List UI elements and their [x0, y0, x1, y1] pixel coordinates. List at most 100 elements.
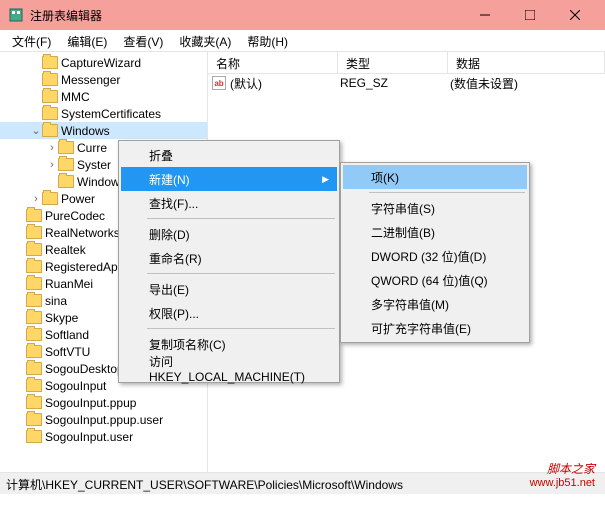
folder-icon — [26, 362, 42, 375]
context-submenu-new[interactable]: 项(K) 字符串值(S) 二进制值(B) DWORD (32 位)值(D) QWORD … — [340, 162, 530, 343]
tree-label: SystemCertificates — [61, 107, 161, 121]
folder-icon — [26, 311, 42, 324]
list-header: 名称 类型 数据 — [208, 52, 605, 74]
tree-label: RuanMei — [45, 277, 93, 291]
folder-icon — [26, 277, 42, 290]
watermark: 脚本之家 www.jb51.net — [530, 460, 595, 489]
tree-label: Messenger — [61, 73, 120, 87]
menu-item-label: 删除(D) — [149, 226, 190, 243]
menu-item-label: 权限(P)... — [149, 305, 199, 322]
folder-icon — [26, 243, 42, 256]
tree-item[interactable]: SogouInput.ppup — [0, 394, 207, 411]
value-data: (数值未设置) — [450, 75, 518, 92]
tree-item[interactable]: CaptureWizard — [0, 54, 207, 71]
menu-separator — [147, 273, 335, 274]
value-name: (默认) — [230, 75, 340, 92]
menu-view[interactable]: 查看(V) — [115, 30, 171, 51]
menu-item[interactable]: 重命名(R) — [121, 246, 337, 270]
menu-item-label: 可扩充字符串值(E) — [371, 320, 471, 337]
menu-item-label: 导出(E) — [149, 281, 189, 298]
folder-icon — [42, 107, 58, 120]
folder-icon — [42, 90, 58, 103]
menu-item[interactable]: 权限(P)... — [121, 301, 337, 325]
menu-item-label: 多字符串值(M) — [371, 296, 449, 313]
tree-label: RegisteredAppl — [45, 260, 127, 274]
menu-item-label: 新建(N) — [149, 171, 190, 188]
menu-item-label: DWORD (32 位)值(D) — [371, 248, 486, 265]
tree-label: Windows — [61, 124, 110, 138]
folder-icon — [26, 260, 42, 273]
folder-icon — [58, 175, 74, 188]
minimize-button[interactable] — [462, 0, 507, 30]
watermark-text: 脚本之家 — [530, 460, 595, 477]
menu-item-label: 二进制值(B) — [371, 224, 435, 241]
tree-label: RealNetworks — [45, 226, 120, 240]
expand-icon[interactable]: › — [30, 193, 42, 205]
menu-item[interactable]: 访问 HKEY_LOCAL_MACHINE(T) — [121, 356, 337, 380]
folder-icon — [26, 226, 42, 239]
window-title: 注册表编辑器 — [30, 7, 462, 24]
menu-item[interactable]: DWORD (32 位)值(D) — [343, 244, 527, 268]
app-icon — [8, 7, 24, 23]
tree-label: SoftVTU — [45, 345, 90, 359]
menu-item-label: QWORD (64 位)值(Q) — [371, 272, 488, 289]
context-menu[interactable]: 折叠新建(N) ▶ 查找(F)... 删除(D) 重命名(R) 导出(E) 权限(P)...… — [118, 140, 340, 383]
menu-item-label: 重命名(R) — [149, 250, 202, 267]
tree-label: Realtek — [45, 243, 86, 257]
menu-item[interactable]: 多字符串值(M) — [343, 292, 527, 316]
tree-item[interactable]: SogouInput.user — [0, 428, 207, 445]
menu-item[interactable]: 折叠 — [121, 143, 337, 167]
tree-label: SogouInput.ppup.user — [45, 413, 163, 427]
close-button[interactable] — [552, 0, 597, 30]
folder-icon — [26, 379, 42, 392]
expand-icon[interactable]: › — [46, 159, 58, 171]
menu-item[interactable]: 导出(E) — [121, 277, 337, 301]
list-row[interactable]: ab (默认) REG_SZ (数值未设置) — [208, 74, 605, 92]
title-bar: 注册表编辑器 — [0, 0, 605, 30]
expand-icon[interactable]: ⌄ — [30, 124, 42, 137]
menu-item[interactable]: 查找(F)... — [121, 191, 337, 215]
menu-item[interactable]: 项(K) — [343, 165, 527, 189]
col-name[interactable]: 名称 — [208, 52, 338, 73]
menu-separator — [147, 218, 335, 219]
tree-item[interactable]: SystemCertificates — [0, 105, 207, 122]
tree-label: SogouInput.ppup — [45, 396, 136, 410]
tree-label: Softland — [45, 328, 89, 342]
status-path: 计算机\HKEY_CURRENT_USER\SOFTWARE\Policies\… — [6, 478, 403, 492]
folder-icon — [42, 73, 58, 86]
menu-item[interactable]: 新建(N) ▶ — [121, 167, 337, 191]
menu-bar: 文件(F) 编辑(E) 查看(V) 收藏夹(A) 帮助(H) — [0, 30, 605, 52]
folder-icon — [26, 328, 42, 341]
tree-item[interactable]: ⌄ Windows — [0, 122, 207, 139]
menu-item-label: 访问 HKEY_LOCAL_MACHINE(T) — [149, 353, 307, 384]
menu-item[interactable]: 二进制值(B) — [343, 220, 527, 244]
folder-icon — [26, 413, 42, 426]
folder-icon — [26, 294, 42, 307]
menu-file[interactable]: 文件(F) — [4, 30, 59, 51]
tree-label: Skype — [45, 311, 78, 325]
menu-item[interactable]: 字符串值(S) — [343, 196, 527, 220]
folder-icon — [58, 158, 74, 171]
menu-favorites[interactable]: 收藏夹(A) — [171, 30, 239, 51]
submenu-arrow-icon: ▶ — [322, 174, 329, 185]
tree-label: SogouInput — [45, 379, 106, 393]
expand-icon[interactable]: › — [46, 142, 58, 154]
folder-icon — [42, 56, 58, 69]
tree-item[interactable]: Messenger — [0, 71, 207, 88]
status-bar: 计算机\HKEY_CURRENT_USER\SOFTWARE\Policies\… — [0, 472, 605, 494]
string-value-icon: ab — [212, 76, 226, 90]
folder-icon — [26, 209, 42, 222]
tree-item[interactable]: MMC — [0, 88, 207, 105]
menu-edit[interactable]: 编辑(E) — [59, 30, 115, 51]
menu-item[interactable]: 删除(D) — [121, 222, 337, 246]
folder-icon — [26, 345, 42, 358]
col-data[interactable]: 数据 — [448, 52, 605, 73]
menu-item[interactable]: QWORD (64 位)值(Q) — [343, 268, 527, 292]
value-type: REG_SZ — [340, 76, 450, 90]
maximize-button[interactable] — [507, 0, 552, 30]
menu-help[interactable]: 帮助(H) — [239, 30, 296, 51]
menu-item[interactable]: 可扩充字符串值(E) — [343, 316, 527, 340]
tree-item[interactable]: SogouInput.ppup.user — [0, 411, 207, 428]
tree-label: PureCodec — [45, 209, 105, 223]
col-type[interactable]: 类型 — [338, 52, 448, 73]
